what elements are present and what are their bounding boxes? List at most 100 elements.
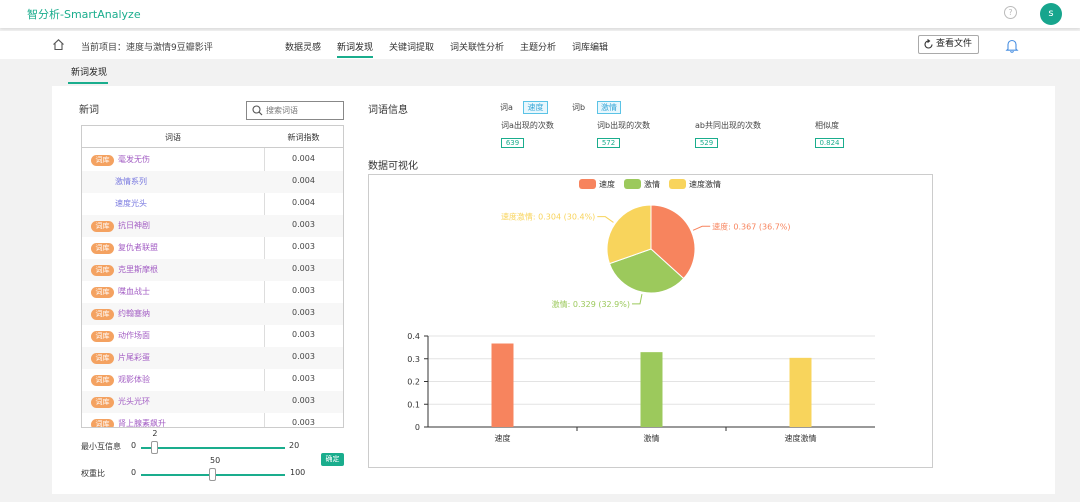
search-input[interactable] bbox=[266, 104, 342, 117]
legend-label[interactable]: 速度激情 bbox=[689, 179, 721, 189]
score-cell: 0.003 bbox=[292, 330, 315, 339]
word-cell[interactable]: 克里斯摩根 bbox=[118, 264, 158, 275]
score-cell: 0.003 bbox=[292, 396, 315, 405]
tab-lexicon-edit[interactable]: 词库编辑 bbox=[572, 40, 608, 53]
table-row[interactable]: 词库 片尾彩蛋 0.003 bbox=[82, 347, 343, 369]
y-tick-label: 0.2 bbox=[407, 378, 420, 387]
word-cell[interactable]: 片尾彩蛋 bbox=[118, 352, 150, 363]
table-row[interactable]: 激情系列 0.004 bbox=[82, 171, 343, 193]
table-row[interactable]: 词库 毫发无伤 0.004 bbox=[82, 149, 343, 171]
lexicon-tag: 词库 bbox=[91, 309, 114, 320]
legend-swatch[interactable] bbox=[624, 179, 641, 189]
word-cell[interactable]: 光头光环 bbox=[118, 396, 150, 407]
tab-keyword-extraction[interactable]: 关键词提取 bbox=[389, 40, 434, 53]
score-cell: 0.003 bbox=[292, 220, 315, 229]
bell-icon[interactable] bbox=[1005, 38, 1019, 53]
word-cell[interactable]: 约翰塞纳 bbox=[118, 308, 150, 319]
y-tick-label: 0.1 bbox=[407, 400, 420, 409]
weight-value: 50 bbox=[210, 456, 221, 465]
pie-data-label: 速度: 0.367 (36.7%) bbox=[712, 221, 790, 231]
navigation-bar: 当前项目：速度与激情9豆瓣影评 数据灵感 新词发现 关键词提取 词关联性分析 主… bbox=[0, 31, 1080, 59]
lexicon-tag: 词库 bbox=[91, 221, 114, 232]
visualization-title: 数据可视化 bbox=[368, 161, 418, 172]
help-circle-icon[interactable]: ? bbox=[1004, 6, 1017, 19]
word-cell[interactable]: 毫发无伤 bbox=[118, 154, 150, 165]
x-tick-label: 速度激情 bbox=[785, 433, 817, 443]
word-cell[interactable]: 复仇者联盟 bbox=[118, 242, 158, 253]
y-tick-label: 0 bbox=[415, 423, 420, 432]
tab-word-correlation[interactable]: 词关联性分析 bbox=[450, 40, 504, 53]
column-header-score[interactable]: 新词指数 bbox=[264, 132, 343, 143]
score-cell: 0.004 bbox=[292, 154, 315, 163]
lexicon-tag: 词库 bbox=[91, 331, 114, 342]
table-row[interactable]: 词库 抗日神剧 0.003 bbox=[82, 215, 343, 237]
tab-topic-analysis[interactable]: 主题分析 bbox=[520, 40, 556, 53]
bar[interactable] bbox=[640, 352, 663, 427]
word-cell[interactable]: 抗日神剧 bbox=[118, 220, 150, 231]
min-mi-slider-track[interactable] bbox=[141, 447, 285, 449]
legend-swatch[interactable] bbox=[669, 179, 686, 189]
word-cell[interactable]: 喋血战士 bbox=[118, 286, 150, 297]
word-cell[interactable]: 激情系列 bbox=[115, 176, 147, 187]
word-cell[interactable]: 肾上腺素飙升 bbox=[118, 418, 166, 427]
current-project-label: 当前项目：速度与激情9豆瓣影评 bbox=[81, 43, 213, 53]
table-row[interactable]: 词库 复仇者联盟 0.003 bbox=[82, 237, 343, 259]
y-tick-label: 0.3 bbox=[407, 355, 420, 364]
weight-max: 100 bbox=[290, 468, 306, 477]
chart-canvas: 速度 激情 速度激情速度: 0.367 (36.7%)激情: 0.329 (32.9… bbox=[407, 179, 875, 443]
table-row[interactable]: 词库 肾上腺素飙升 0.003 bbox=[82, 413, 343, 427]
lexicon-tag: 词库 bbox=[91, 155, 114, 166]
search-icon bbox=[252, 105, 263, 116]
word-a-chip[interactable]: 速度 bbox=[523, 101, 548, 114]
app-title[interactable]: 智分析-SmartAnalyze bbox=[27, 6, 141, 22]
table-body: 词库 毫发无伤 0.004 激情系列 0.004 速度光头 0.004 词库 抗日神剧 0.003… bbox=[82, 149, 343, 427]
home-icon[interactable] bbox=[52, 38, 65, 51]
score-cell: 0.003 bbox=[292, 374, 315, 383]
bar[interactable] bbox=[789, 357, 812, 427]
tab-new-word-discovery[interactable]: 新词发现 bbox=[337, 40, 373, 53]
table-row[interactable]: 词库 光头光环 0.003 bbox=[82, 391, 343, 413]
word-cell[interactable]: 速度光头 bbox=[115, 198, 147, 209]
score-cell: 0.003 bbox=[292, 242, 315, 251]
table-row[interactable]: 词库 观影体验 0.003 bbox=[82, 369, 343, 391]
table-row[interactable]: 速度光头 0.004 bbox=[82, 193, 343, 215]
word-cell[interactable]: 观影体验 bbox=[118, 374, 150, 385]
legend-label[interactable]: 速度 bbox=[599, 179, 615, 189]
pie-label-line bbox=[631, 294, 643, 305]
legend-label[interactable]: 激情 bbox=[644, 179, 660, 189]
co-occurrence-label: ab共同出现的次数 bbox=[695, 121, 761, 130]
tab-data-insight[interactable]: 数据灵感 bbox=[285, 40, 321, 53]
table-row[interactable]: 词库 动作场面 0.003 bbox=[82, 325, 343, 347]
lexicon-tag: 词库 bbox=[91, 375, 114, 386]
table-row[interactable]: 词库 约翰塞纳 0.003 bbox=[82, 303, 343, 325]
table-header: 词语 新词指数 bbox=[82, 126, 343, 148]
score-cell: 0.003 bbox=[292, 352, 315, 361]
lexicon-tag: 词库 bbox=[91, 243, 114, 254]
bar[interactable] bbox=[491, 343, 514, 427]
score-cell: 0.003 bbox=[292, 264, 315, 273]
confirm-button[interactable]: 确定 bbox=[321, 453, 344, 466]
word-cell[interactable]: 动作场面 bbox=[118, 330, 150, 341]
word-info-title: 词语信息 bbox=[368, 105, 408, 116]
search-box[interactable] bbox=[246, 101, 344, 120]
table-row[interactable]: 词库 喋血战士 0.003 bbox=[82, 281, 343, 303]
similarity-value: 0.824 bbox=[815, 138, 844, 148]
word-b-chip[interactable]: 激情 bbox=[597, 101, 621, 114]
score-cell: 0.003 bbox=[292, 418, 315, 427]
new-words-table: 词库 毫发无伤 0.004 激情系列 0.004 速度光头 0.004 词库 抗日神剧 0.003… bbox=[81, 125, 344, 428]
new-words-title: 新词 bbox=[79, 105, 99, 116]
top-bar: 智分析-SmartAnalyze ? s bbox=[0, 0, 1080, 28]
pie-data-label: 激情: 0.329 (32.9%) bbox=[552, 299, 630, 309]
lexicon-tag: 词库 bbox=[91, 265, 114, 276]
min-mi-slider-handle[interactable] bbox=[151, 441, 159, 454]
column-header-word[interactable]: 词语 bbox=[82, 132, 264, 143]
subtab-new-word-discovery[interactable]: 新词发现 bbox=[71, 65, 107, 78]
score-cell: 0.003 bbox=[292, 286, 315, 295]
weight-slider-handle[interactable] bbox=[209, 468, 216, 481]
table-row[interactable]: 词库 克里斯摩根 0.003 bbox=[82, 259, 343, 281]
view-file-button[interactable]: 查看文件 bbox=[918, 35, 979, 54]
avatar[interactable]: s bbox=[1040, 3, 1062, 25]
legend-swatch[interactable] bbox=[579, 179, 596, 189]
word-b-count-value: 572 bbox=[597, 138, 620, 148]
lexicon-tag: 词库 bbox=[91, 353, 114, 364]
